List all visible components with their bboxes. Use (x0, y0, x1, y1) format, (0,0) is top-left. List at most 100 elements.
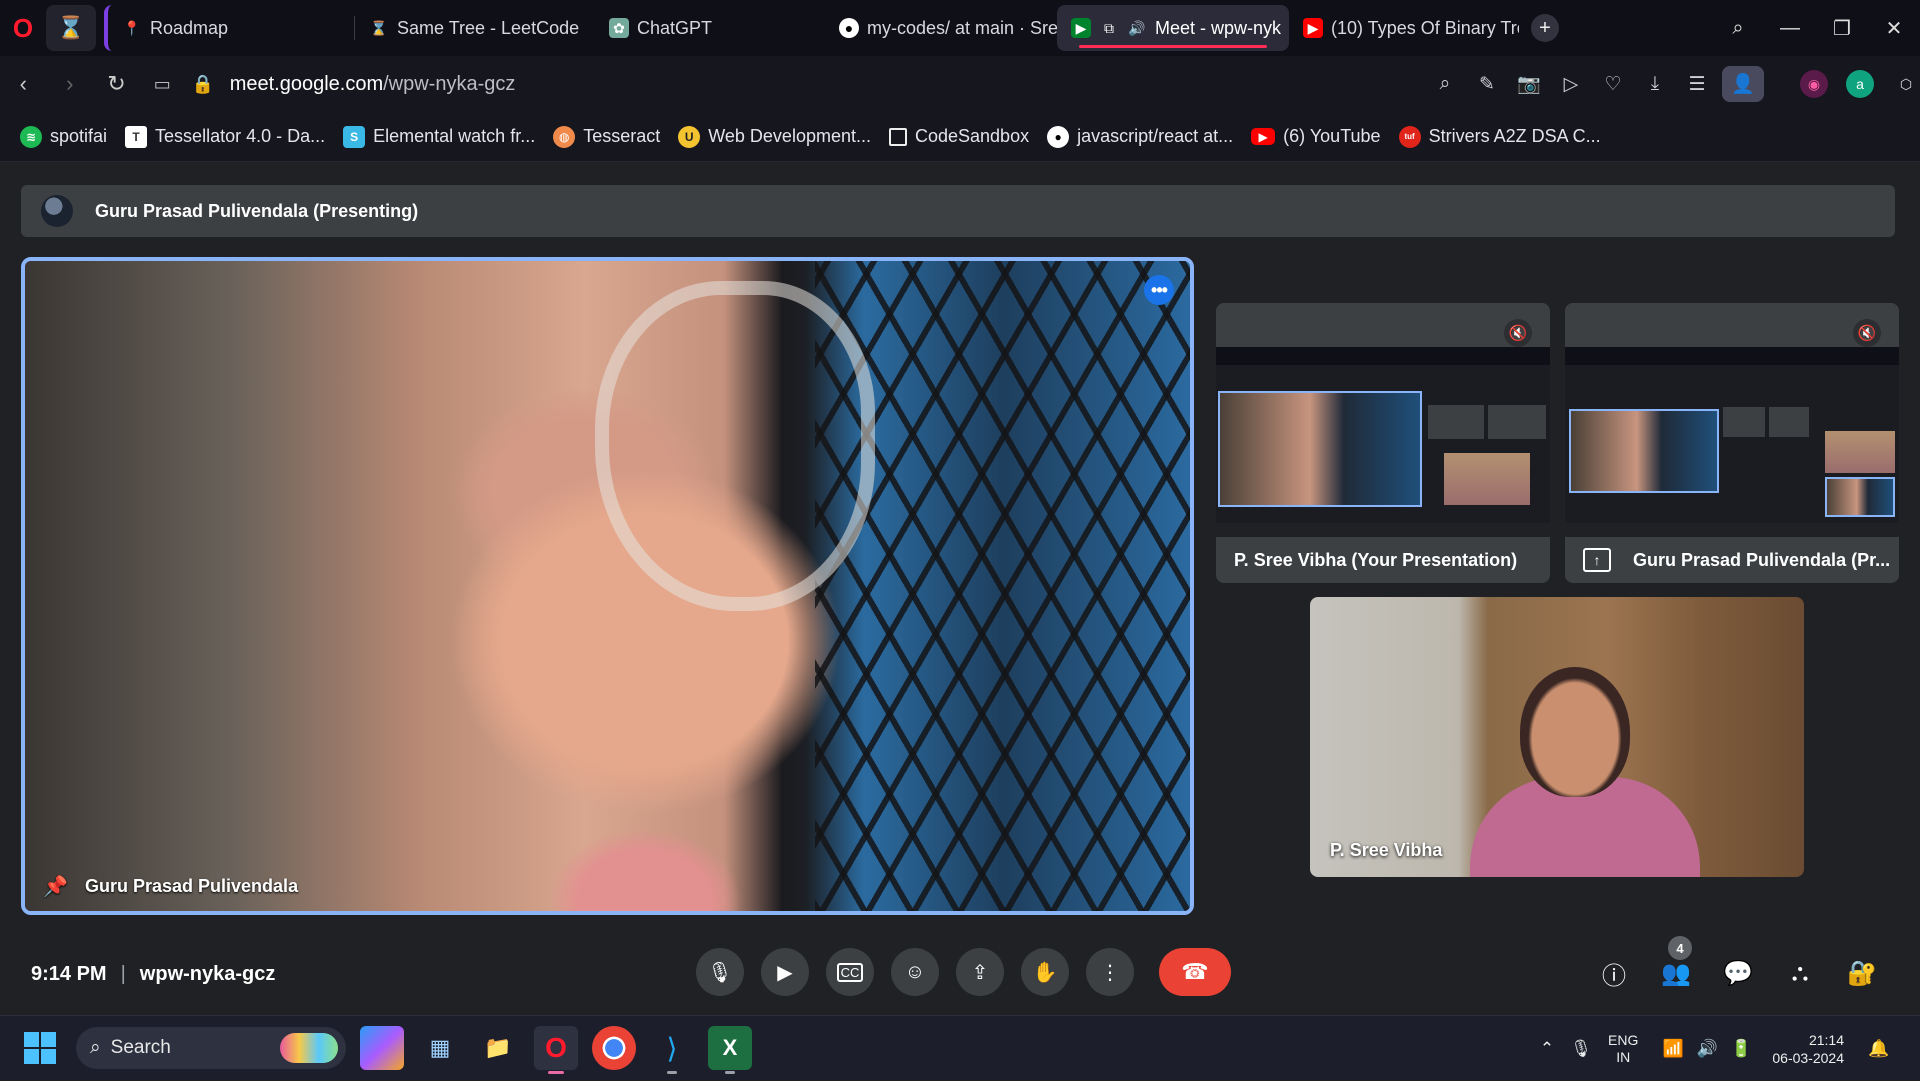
tab-leetcode[interactable]: ⌛ Same Tree - LeetCode (355, 5, 595, 51)
lock-icon[interactable]: 🔒 (192, 74, 218, 95)
tab-search-icon[interactable]: ⌕ (1712, 17, 1764, 40)
camera-button[interactable]: ▶ (761, 948, 809, 996)
microphone-icon: 🎙 (707, 961, 733, 984)
taskbar-apps: ▦ 📁 O ⟩ X (360, 1026, 752, 1074)
notification-bell-icon[interactable]: 🔔 (1862, 1039, 1896, 1059)
takeuforward-icon: tuf (1398, 125, 1421, 148)
present-now-button[interactable]: ⇪ (956, 948, 1004, 996)
presentation-tile-guru[interactable]: 🔇 ↑ Guru Prasad Pulivendala (Pr... (1565, 303, 1899, 583)
download-icon[interactable]: ⤓ (1634, 73, 1676, 95)
bookmark-youtube[interactable]: ▶ (6) YouTube (1251, 126, 1381, 147)
reactions-button[interactable]: ☺ (891, 948, 939, 996)
host-controls-button[interactable]: 🔐 (1844, 950, 1880, 996)
bookmark-spotifai[interactable]: ≋ spotifai (20, 125, 107, 148)
find-icon[interactable]: ⌕ (1424, 73, 1466, 95)
bookmark-github[interactable]: ● javascript/react at... (1047, 125, 1234, 148)
language-indicator[interactable]: ENG IN (1608, 1032, 1638, 1066)
wifi-icon[interactable]: 📶 (1656, 1039, 1690, 1059)
meeting-details-button[interactable]: ⓘ (1596, 950, 1632, 996)
forward-icon[interactable]: › (47, 71, 94, 97)
thumb-tabbar (1565, 347, 1899, 365)
activities-button[interactable]: ⛬ (1782, 950, 1818, 996)
sidebar-toggle-button[interactable]: ⌛ (46, 5, 96, 51)
region-code: IN (1616, 1048, 1631, 1065)
tab-label: ChatGPT (637, 17, 713, 38)
profile-icon[interactable]: 👤 (1721, 66, 1764, 102)
battery-icon[interactable]: 🔋 (1724, 1039, 1758, 1059)
opera-logo-icon[interactable]: O (0, 0, 46, 56)
present-screen-icon: ↑ (1583, 548, 1611, 572)
url-field[interactable]: ▭ 🔒 meet.google.com/wpw-nyka-gcz (154, 64, 1290, 104)
tab-github[interactable]: ● my-codes/ at main · Sre (825, 5, 1057, 51)
tab-youtube[interactable]: ▶ (10) Types Of Binary Tre (1289, 5, 1519, 51)
thumb-tile (1488, 405, 1546, 439)
windows-start-icon[interactable] (24, 1032, 56, 1064)
snapshot-icon[interactable]: 📷 (1508, 72, 1550, 96)
pin-icon[interactable]: 📌 (43, 874, 68, 899)
extensions-cube-icon[interactable]: ⬡ (1892, 70, 1920, 98)
heart-icon[interactable]: ♡ (1592, 73, 1634, 96)
tile-more-options-icon[interactable]: ••• (1144, 275, 1174, 305)
bookmarks-bar: ≋ spotifai T Tessellator 4.0 - Da... S Elem… (0, 112, 1920, 162)
new-tab-button[interactable]: + (1531, 14, 1559, 42)
bookmark-codesandbox[interactable]: CodeSandbox (888, 126, 1029, 147)
extension-sr-icon[interactable]: ◉ (1799, 70, 1828, 98)
raise-hand-button[interactable]: ✋ (1021, 948, 1069, 996)
windows-taskbar: ⌕ Search ▦ 📁 O ⟩ X ⌃ 🎙 ENG IN 📶 🔊 🔋 21:1… (0, 1015, 1920, 1080)
minimize-icon[interactable]: — (1764, 17, 1816, 40)
restore-icon[interactable]: ❐ (1816, 16, 1868, 41)
chrome-icon[interactable] (592, 1026, 636, 1070)
picture-in-picture-icon[interactable]: ⧉ (1099, 18, 1119, 38)
chat-icon: 💬 (1723, 959, 1753, 987)
thumb-person (1444, 453, 1530, 505)
reload-icon[interactable]: ↻ (93, 71, 140, 97)
back-icon[interactable]: ‹ (0, 71, 47, 97)
copilot-icon[interactable] (360, 1026, 404, 1070)
participant-name: P. Sree Vibha (1330, 840, 1443, 860)
calculator-icon[interactable]: ▦ (418, 1026, 462, 1070)
captions-button[interactable]: CC (826, 948, 874, 996)
thumb-tile (1723, 407, 1765, 437)
close-icon[interactable]: ✕ (1868, 16, 1920, 41)
tab-chatgpt[interactable]: ✿ ChatGPT (595, 5, 825, 51)
tab-roadmap[interactable]: 📍 Roadmap (104, 5, 354, 51)
main-video-tile[interactable]: ••• 📌 Guru Prasad Pulivendala (21, 257, 1194, 915)
bookmark-tessellator[interactable]: T Tessellator 4.0 - Da... (125, 125, 325, 148)
taskbar-search[interactable]: ⌕ Search (76, 1027, 346, 1069)
people-button[interactable]: 👥 4 (1658, 936, 1694, 996)
presentation-tile-your[interactable]: 🔇 P. Sree Vibha (Your Presentation) (1216, 303, 1550, 583)
microphone-button[interactable]: 🎙 (696, 948, 744, 996)
easy-setup-icon[interactable]: ☰ (1676, 73, 1718, 96)
participant-video-tile[interactable]: P. Sree Vibha (1310, 597, 1804, 877)
speaker-icon[interactable]: 🔊 (1127, 18, 1147, 38)
bookmark-tesseract[interactable]: ◍ Tesseract (553, 125, 660, 148)
window-controls: ⌕ — ❐ ✕ (1712, 0, 1920, 56)
tab-meet[interactable]: ▶ ⧉ 🔊 Meet - wpw-nyk (1057, 5, 1289, 51)
chat-button[interactable]: 💬 (1720, 950, 1756, 996)
bookmark-label: javascript/react at... (1077, 126, 1234, 146)
camera-permission-icon[interactable]: ▭ (154, 74, 180, 95)
excel-icon[interactable]: X (708, 1026, 752, 1074)
send-icon[interactable]: ▷ (1550, 73, 1592, 96)
edit-icon[interactable]: ✎ (1466, 73, 1508, 96)
taskbar-clock[interactable]: 21:14 06-03-2024 (1772, 1031, 1844, 1067)
microphone-tray-icon[interactable]: 🎙 (1564, 1039, 1598, 1059)
tab-label: (10) Types Of Binary Tre (1331, 17, 1519, 38)
extension-a-icon[interactable]: a (1845, 70, 1874, 98)
thumb-tile (1769, 407, 1809, 437)
more-options-button[interactable]: ⋮ (1086, 948, 1134, 996)
chevron-up-icon[interactable]: ⌃ (1530, 1039, 1564, 1059)
main-video-feed (25, 261, 1190, 911)
volume-icon[interactable]: 🔊 (1690, 1039, 1724, 1059)
opera-taskbar-icon[interactable]: O (534, 1026, 578, 1074)
activities-shapes-icon: ⛬ (1791, 959, 1809, 986)
vscode-icon[interactable]: ⟩ (650, 1026, 694, 1074)
bookmark-strivers[interactable]: tuf Strivers A2Z DSA C... (1398, 125, 1601, 148)
leave-call-button[interactable]: ☎ (1159, 948, 1231, 996)
url-text[interactable]: meet.google.com/wpw-nyka-gcz (230, 73, 516, 96)
bookmark-webdev[interactable]: U Web Development... (678, 125, 871, 148)
file-explorer-icon[interactable]: 📁 (476, 1026, 520, 1070)
camera-icon: ▶ (777, 961, 793, 984)
meeting-code: wpw-nyka-gcz (139, 962, 276, 985)
bookmark-elemental[interactable]: S Elemental watch fr... (343, 125, 535, 148)
